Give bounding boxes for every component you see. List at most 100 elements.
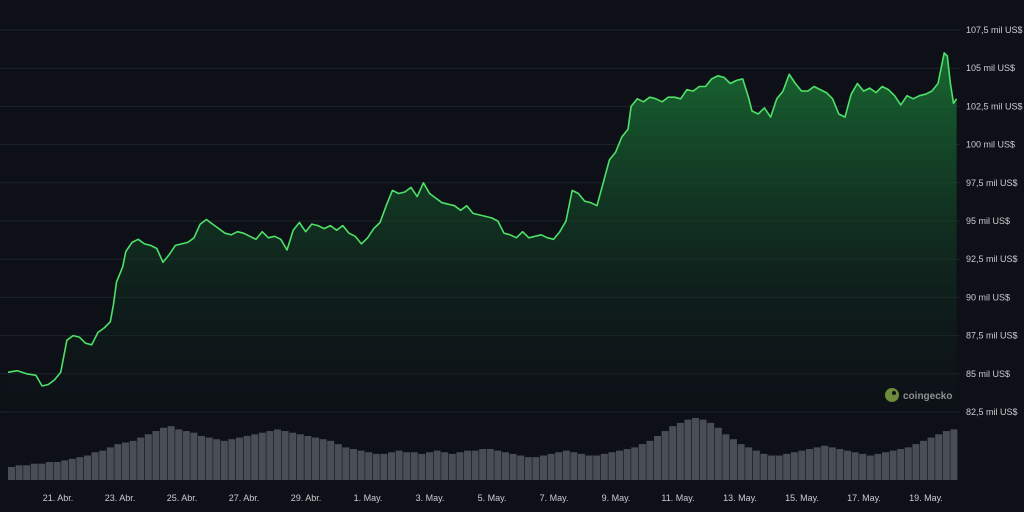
volume-bar [646, 440, 654, 480]
volume-bar [251, 434, 259, 480]
volume-bar [23, 465, 31, 480]
y-tick-label: 95 mil US$ [966, 216, 1010, 226]
volume-bar [296, 434, 304, 480]
y-axis: 82,5 mil US$ 85 mil US$ 87,5 mil US$ 90 mil… [966, 25, 1023, 417]
volume-bar [585, 455, 593, 480]
x-tick-label: 1. May. [354, 493, 383, 503]
volume-bar [8, 466, 15, 480]
x-tick-label: 21. Abr. [43, 493, 74, 503]
y-tick-label: 92,5 mil US$ [966, 254, 1018, 264]
volume-bar [897, 449, 905, 480]
volume-bar [84, 455, 91, 480]
volume-bar [616, 450, 623, 480]
volume-bar [426, 452, 433, 480]
volume-bar [676, 422, 684, 480]
coingecko-label: coingecko [903, 391, 952, 402]
coingecko-logo-eye [892, 391, 896, 395]
volume-bar [631, 447, 639, 480]
volume-bar [350, 449, 357, 480]
volume-bar [798, 450, 806, 480]
volume-bar [106, 447, 114, 480]
volume-bar [874, 453, 882, 480]
x-tick-label: 15. May. [785, 493, 819, 503]
volume-bar [68, 458, 76, 480]
volume-bar [433, 450, 441, 480]
volume-bar [30, 463, 38, 480]
volume-bar [91, 452, 99, 480]
volume-bar [882, 452, 889, 480]
volume-bar [342, 447, 350, 480]
volume-bar [859, 453, 867, 480]
volume-bar [806, 449, 813, 480]
x-tick-label: 17. May. [847, 493, 881, 503]
volume-bar [844, 450, 851, 480]
volume-bar [464, 450, 471, 480]
volume-bar [144, 434, 152, 480]
coingecko-watermark: coingecko [885, 388, 952, 402]
x-tick-label: 23. Abr. [105, 493, 136, 503]
x-tick-label: 29. Abr. [291, 493, 322, 503]
volume-bar [372, 453, 380, 480]
volume-bar [790, 452, 798, 480]
volume-bar [654, 435, 661, 480]
volume-bar [479, 449, 487, 480]
volume-bar [129, 440, 137, 480]
volume-bar [15, 465, 23, 480]
volume-bar [851, 452, 859, 480]
volume-bar [122, 442, 129, 480]
volume-bar [813, 447, 821, 480]
volume-bar [61, 460, 69, 480]
volume-bar [380, 453, 388, 480]
volume-bar [486, 449, 494, 480]
volume-bar [912, 444, 920, 480]
volume-bar [388, 452, 395, 480]
y-tick-label: 100 mil US$ [966, 140, 1015, 150]
volume-bar [365, 452, 373, 480]
volume-bar [46, 462, 53, 480]
volume-bar [160, 427, 167, 480]
volume-bar [266, 431, 274, 480]
volume-bar [768, 455, 775, 480]
volume-bar [600, 453, 608, 480]
y-tick-label: 87,5 mil US$ [966, 331, 1018, 341]
x-tick-label: 7. May. [540, 493, 569, 503]
volume-bar [99, 450, 107, 480]
volume-bar [502, 452, 509, 480]
volume-bar [281, 431, 289, 480]
volume-bar [114, 444, 122, 480]
volume-bar [593, 455, 601, 480]
y-tick-label: 105 mil US$ [966, 63, 1015, 73]
volume-bar [828, 447, 836, 480]
volume-bar [418, 453, 426, 480]
volume-bar [714, 427, 722, 480]
volume-bar [669, 426, 677, 480]
volume-bar [517, 455, 525, 480]
y-tick-label: 107,5 mil US$ [966, 25, 1023, 35]
volume-bar [175, 429, 183, 480]
volume-bar [555, 452, 563, 480]
volume-bar [53, 462, 61, 480]
volume-bar [274, 429, 281, 480]
volume-bar [357, 450, 365, 480]
volume-bar [752, 450, 760, 480]
volume-bar [213, 439, 221, 480]
x-tick-label: 27. Abr. [229, 493, 260, 503]
volume-bar [327, 440, 335, 480]
x-tick-label: 25. Abr. [167, 493, 198, 503]
volume-bar [152, 431, 160, 480]
volume-bar [494, 450, 502, 480]
volume-bar [532, 457, 540, 480]
volume-bar [699, 419, 707, 480]
volume-bar [304, 435, 312, 480]
volume-bar [942, 431, 950, 480]
y-tick-label: 85 mil US$ [966, 369, 1010, 379]
volume-bar [38, 463, 46, 480]
volume-bar [760, 453, 768, 480]
volume-bar [920, 440, 927, 480]
x-tick-label: 13. May. [723, 493, 757, 503]
volume-bar [889, 450, 897, 480]
volume-bar [547, 453, 555, 480]
volume-bar [821, 445, 829, 480]
volume-bar [707, 422, 715, 480]
volume-bar [220, 440, 228, 480]
